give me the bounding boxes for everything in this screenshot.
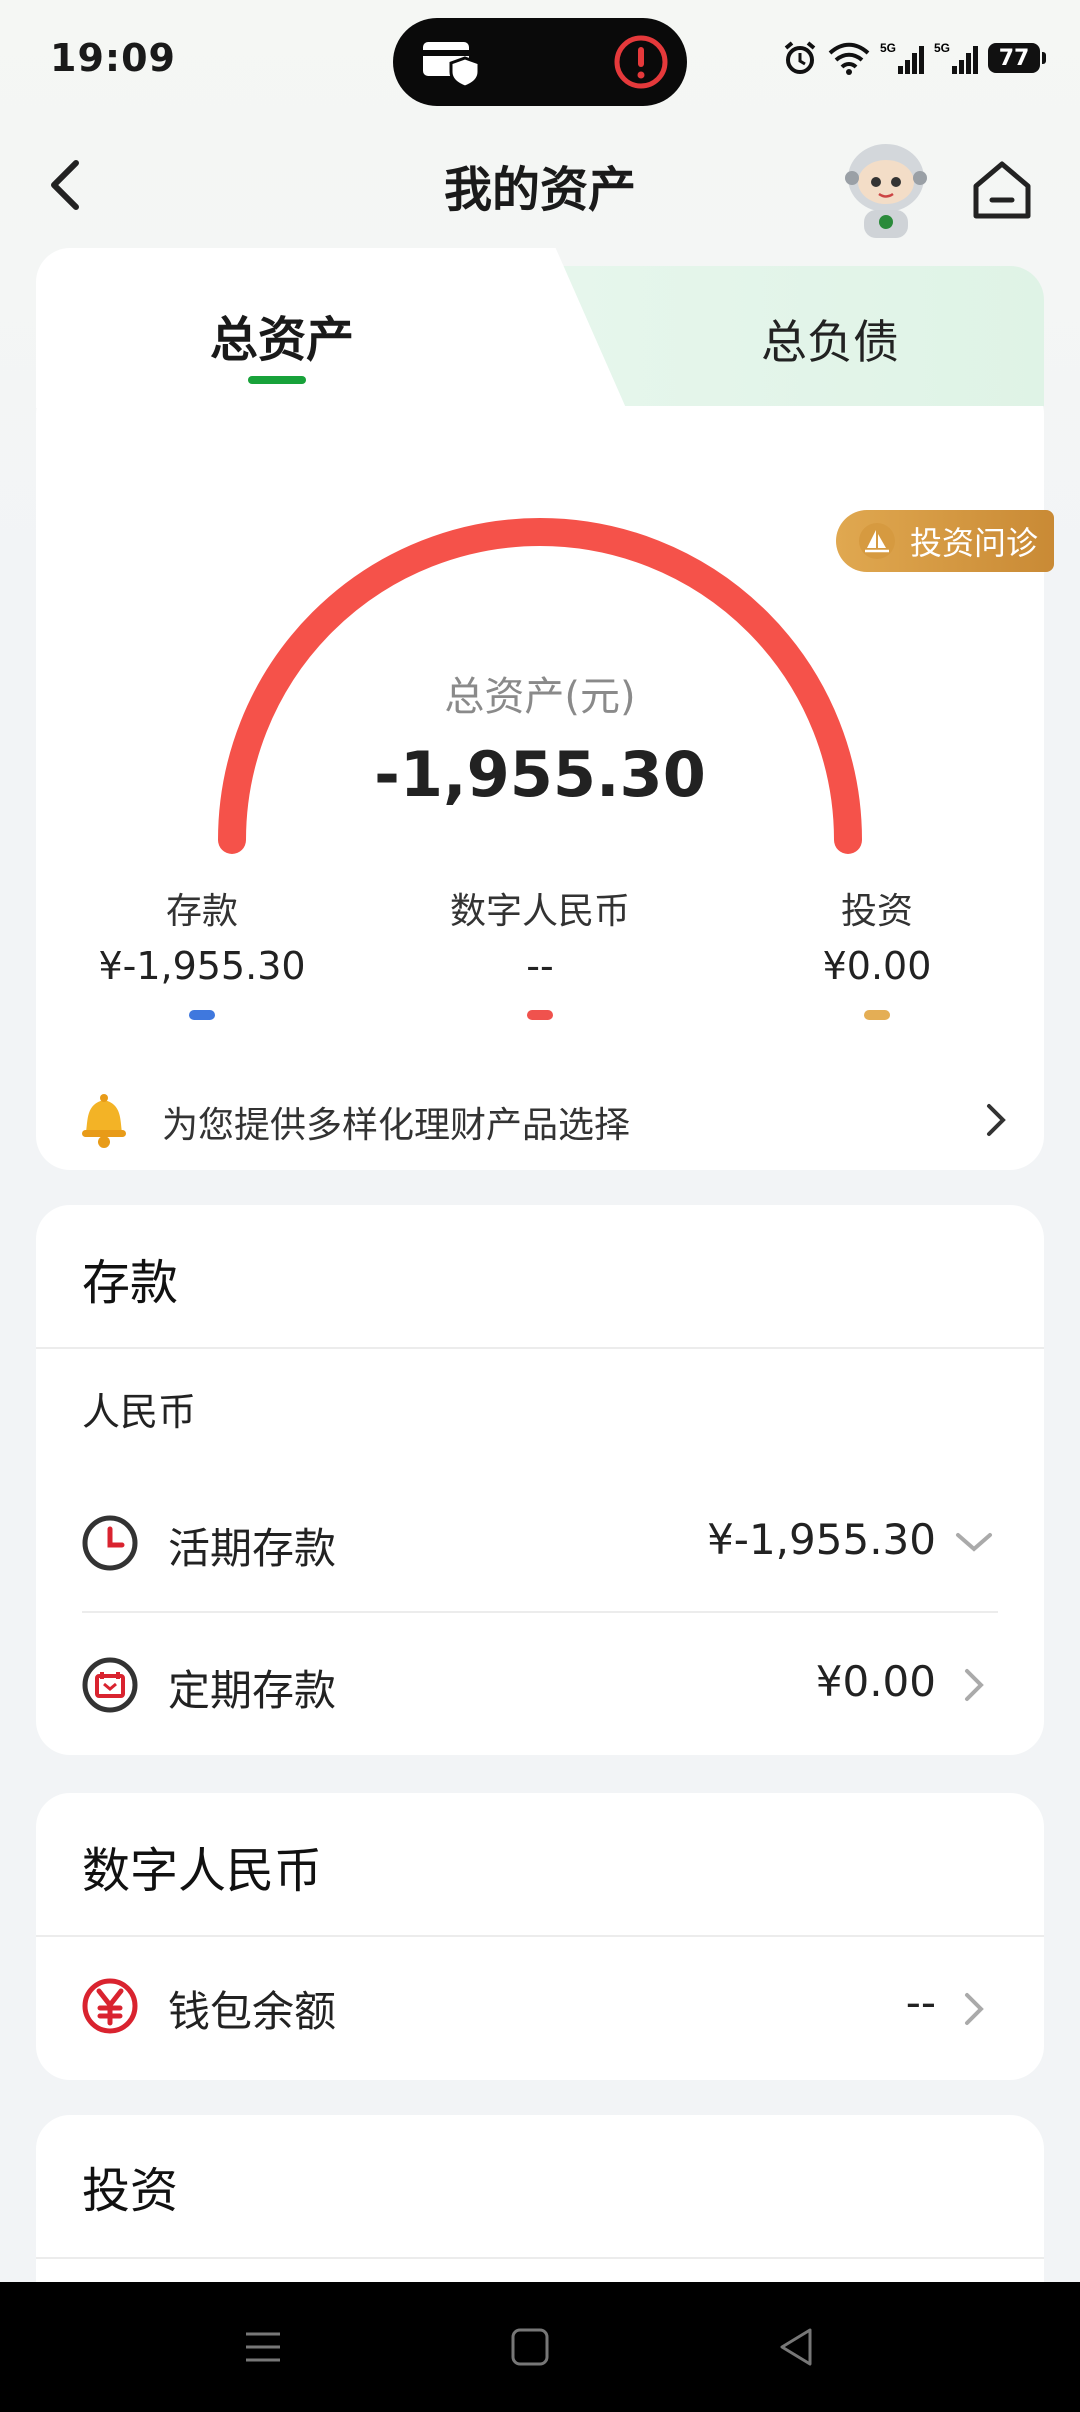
- asset-tabs: 总负债 总资产: [36, 248, 1044, 408]
- wallet-balance-label: 钱包余额: [168, 1987, 337, 2036]
- breakdown-ecny[interactable]: 数字人民币 --: [390, 882, 690, 1020]
- demand-deposit-value: ¥-1,955.30: [707, 1515, 936, 1564]
- deposit-legend-dot: [189, 1010, 215, 1020]
- chevron-right-icon: [965, 1669, 984, 1701]
- status-time: 19:09: [50, 36, 176, 80]
- robot-assistant-icon[interactable]: [836, 132, 936, 242]
- ecny-card: 数字人民币 钱包余额 --: [36, 1793, 1044, 2080]
- investment-section-title: 投资: [82, 2163, 179, 2219]
- time-deposit-label: 定期存款: [168, 1666, 337, 1715]
- gauge-label: 总资产(元): [444, 674, 636, 720]
- status-icons: 5G 5G 77: [782, 40, 1046, 76]
- tip-text: 为您提供多样化理财产品选择: [162, 1105, 631, 1146]
- svg-text:5G: 5G: [880, 41, 896, 55]
- demand-deposit-label: 活期存款: [168, 1524, 337, 1573]
- signal-icon: 5G: [880, 41, 924, 74]
- breakdown-invest[interactable]: 投资 ¥0.00: [727, 882, 1027, 1020]
- bell-icon: [82, 1094, 126, 1148]
- svg-text:5G: 5G: [934, 41, 950, 55]
- invest-legend-dot: [864, 1010, 890, 1020]
- wealth-products-tip[interactable]: 为您提供多样化理财产品选择: [36, 1068, 1044, 1168]
- deposit-card: 存款 人民币 活期存款 ¥-1,955.30 定期存款 ¥0.00: [36, 1205, 1044, 1755]
- ecny-legend-dot: [527, 1010, 553, 1020]
- currency-label: 人民币: [82, 1390, 197, 1434]
- breakdown-ecny-value: --: [526, 944, 554, 988]
- breakdown-deposit[interactable]: 存款 ¥-1,955.30: [52, 882, 352, 1020]
- chevron-right-icon: [965, 1993, 984, 2025]
- breakdown-deposit-label: 存款: [165, 891, 238, 932]
- breakdown-deposit-value: ¥-1,955.30: [98, 944, 306, 988]
- breakdown-ecny-label: 数字人民币: [449, 891, 630, 932]
- investment-divider: [36, 2257, 1044, 2259]
- menu-icon[interactable]: [238, 2322, 288, 2372]
- back-nav-icon[interactable]: [772, 2322, 822, 2372]
- chevron-down-icon: [956, 1533, 992, 1552]
- investment-consult-label: 投资问诊: [910, 524, 1039, 562]
- tab-total-liabilities[interactable]: 总负债: [556, 266, 1044, 406]
- battery-indicator: 77: [988, 43, 1046, 73]
- ecny-section-title: 数字人民币: [82, 1843, 323, 1899]
- tab-label-assets: 总资产: [210, 312, 355, 368]
- deposit-section-title: 存款: [82, 1255, 179, 1311]
- home-icon[interactable]: [970, 158, 1034, 222]
- ecny-divider: [36, 1935, 1044, 1937]
- alert-icon: [614, 35, 668, 89]
- system-navigation-bar: [0, 2282, 1080, 2412]
- wallet-balance-value: --: [905, 1978, 936, 2027]
- active-tab-indicator: [248, 376, 306, 384]
- status-bar: 19:09 5G 5G 77: [0, 0, 1080, 120]
- chevron-right-icon: [987, 1104, 1006, 1136]
- gauge-total-value: -1,955.30: [374, 738, 706, 811]
- card-shield-icon: [423, 42, 481, 88]
- clock-icon: [82, 1515, 138, 1571]
- time-deposit-value: ¥0.00: [815, 1657, 936, 1706]
- calendar-icon: [82, 1657, 138, 1713]
- dynamic-island[interactable]: [393, 18, 687, 106]
- deposit-divider: [36, 1347, 1044, 1349]
- row-divider: [82, 1611, 998, 1613]
- breakdown-invest-value: ¥0.00: [822, 944, 932, 988]
- home-nav-icon[interactable]: [505, 2322, 555, 2372]
- wifi-icon: [828, 42, 870, 75]
- yuan-coin-icon: [82, 1978, 138, 2034]
- tab-label-liabilities: 总负债: [761, 315, 899, 369]
- signal-icon-2: 5G: [934, 41, 978, 74]
- alarm-icon: [784, 41, 816, 74]
- breakdown-invest-label: 投资: [840, 891, 913, 932]
